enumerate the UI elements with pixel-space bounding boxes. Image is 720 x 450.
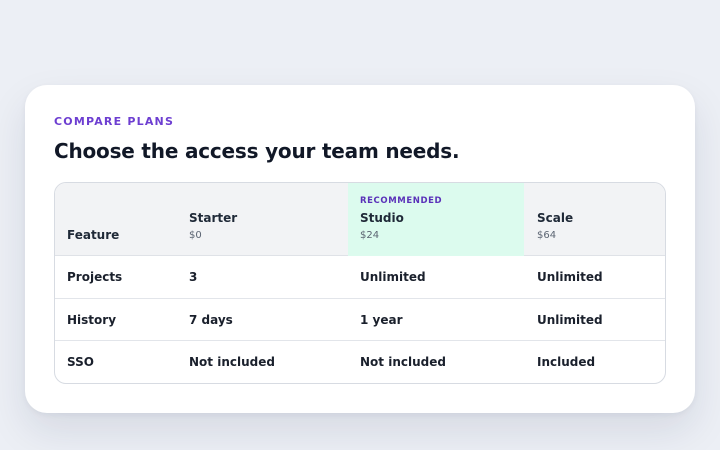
table-header-row: Feature Starter $0 RECOMMENDED Studio $2…	[55, 183, 665, 256]
studio-value: Unlimited	[360, 270, 426, 284]
plan-price-starter: $0	[189, 230, 202, 241]
feature-label: SSO	[67, 355, 94, 369]
feature-label: History	[67, 313, 117, 327]
page-title: Choose the access your team needs.	[54, 139, 460, 163]
section-eyebrow: COMPARE PLANS	[54, 115, 175, 128]
plan-name-studio: Studio	[360, 211, 404, 225]
scale-value: Unlimited	[537, 270, 603, 284]
studio-value: 1 year	[360, 313, 403, 327]
feature-column-header: Feature	[67, 228, 120, 242]
table-row: Projects 3 Unlimited Unlimited	[55, 256, 665, 299]
table-row: History 7 days 1 year Unlimited	[55, 299, 665, 341]
starter-value: 7 days	[189, 313, 233, 327]
starter-value: Not included	[189, 355, 275, 369]
starter-value: 3	[189, 270, 198, 284]
recommended-badge: RECOMMENDED	[360, 196, 443, 206]
comparison-table: Feature Starter $0 RECOMMENDED Studio $2…	[54, 182, 666, 384]
feature-label: Projects	[67, 270, 123, 284]
plan-name-starter: Starter	[189, 211, 238, 225]
plan-price-scale: $64	[537, 230, 557, 241]
studio-value: Not included	[360, 355, 446, 369]
scale-value: Included	[537, 355, 596, 369]
plan-name-scale: Scale	[537, 211, 574, 225]
table-row: SSO Not included Not included Included	[55, 341, 665, 383]
plan-comparison-card: COMPARE PLANS Choose the access your tea…	[25, 85, 695, 413]
plan-price-studio: $24	[360, 230, 380, 241]
scale-value: Unlimited	[537, 313, 603, 327]
